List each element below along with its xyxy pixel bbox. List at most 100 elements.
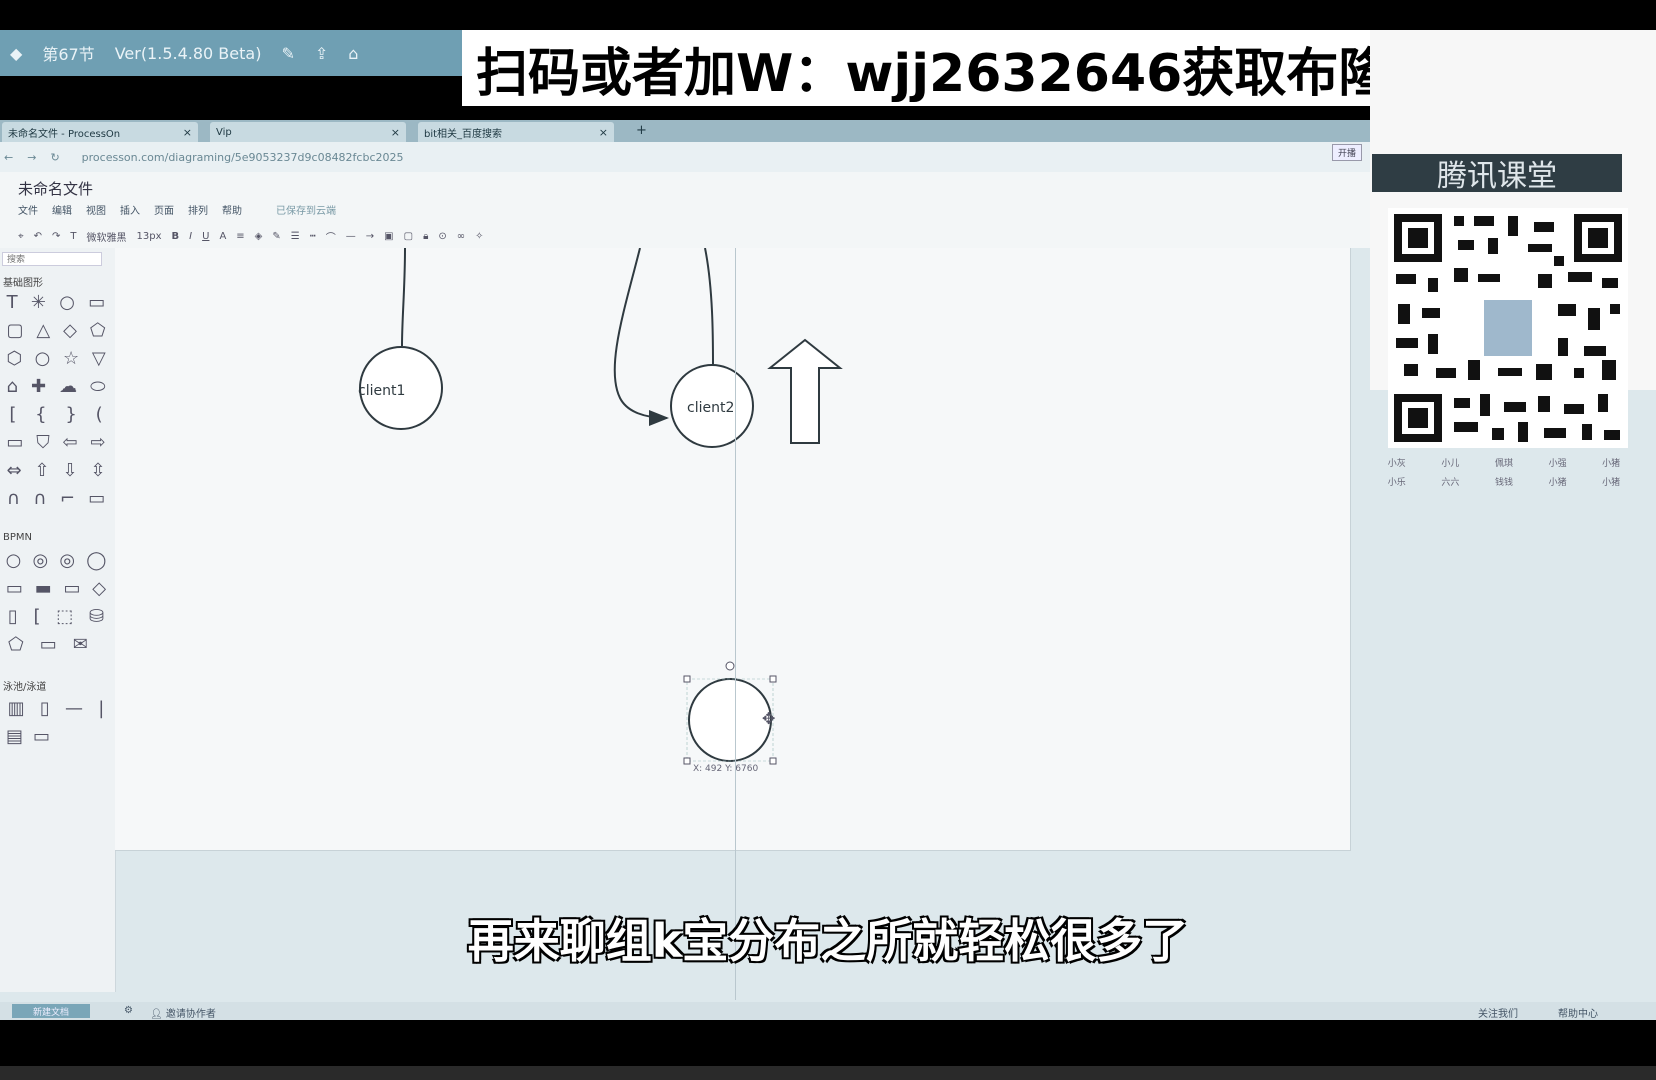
pentagon-shape[interactable]: ⬠ [90, 320, 106, 341]
bpmn-task-shape[interactable]: ▭ [6, 578, 23, 599]
back-order-icon[interactable]: ▢ [404, 231, 413, 242]
connector-client1[interactable] [401, 248, 406, 347]
fill-icon[interactable]: ◈ [255, 231, 263, 242]
inv-triangle-shape[interactable]: ▽ [92, 348, 106, 369]
font-size-select[interactable]: 13px [137, 231, 162, 242]
bpmn-sub-shape[interactable]: ▬ [35, 578, 52, 599]
separator-v-shape[interactable]: | [98, 698, 104, 719]
magic-icon[interactable]: ✧ [475, 231, 483, 242]
url-text[interactable]: processon.com/diagraming/5e9053237d9c084… [82, 151, 404, 164]
octagon-shape[interactable]: ○ [35, 348, 51, 369]
font-color-icon[interactable]: A [219, 231, 226, 242]
tab-processon[interactable]: 未命名文件 - ProcessOn × [2, 122, 198, 142]
right-arrow-shape[interactable]: ⇨ [90, 432, 105, 453]
bracket-shape[interactable]: [ [9, 404, 16, 425]
shield-shape[interactable]: ⛉ [36, 432, 50, 453]
star-shape[interactable]: ☆ [63, 348, 79, 369]
resize-handle[interactable] [769, 675, 777, 683]
resize-handle[interactable] [683, 675, 691, 683]
u-arrow-shape[interactable]: ∩ [7, 488, 20, 509]
menu-file[interactable]: 文件 [18, 202, 38, 217]
bpmn-data-shape[interactable]: ▯ [8, 606, 18, 627]
tab-vip[interactable]: Vip × [210, 122, 406, 142]
follow-link[interactable]: 关注我们 [1478, 1005, 1518, 1020]
dbl-arrow-shape[interactable]: ⇔ [6, 460, 21, 481]
menu-page[interactable]: 页面 [154, 202, 174, 217]
edit-icon[interactable]: ✎ [281, 44, 294, 63]
diagram-canvas[interactable]: ✥ client1 client2 X: 492 Y: 6760 [115, 248, 1351, 851]
corner-shape[interactable]: ⌐ [60, 488, 75, 509]
undo-icon[interactable]: ↶ [34, 231, 42, 242]
invite-button[interactable]: 👤︎ 邀请协作者 [150, 1005, 216, 1020]
round-rect-shape[interactable]: ▢ [6, 320, 23, 341]
redo-icon[interactable]: ↷ [52, 231, 60, 242]
unlock-icon[interactable]: ⊙ [438, 231, 446, 242]
bpmn-screen-shape[interactable]: ▭ [40, 634, 57, 655]
bpmn-mid-shape[interactable]: ◎ [32, 550, 48, 571]
bpmn-store-shape[interactable]: ⛁ [89, 606, 104, 627]
connector-client2-b[interactable] [704, 248, 714, 367]
link-icon[interactable]: ∞ [457, 231, 465, 242]
brace-shape[interactable]: { [35, 404, 46, 425]
line-color-icon[interactable]: ✎ [272, 231, 280, 242]
shape-search-input[interactable] [2, 252, 102, 266]
triangle-shape[interactable]: △ [36, 320, 50, 341]
bpmn-gateway-shape[interactable]: ◇ [92, 578, 106, 599]
ellipse-shape[interactable]: ⬭ [90, 376, 105, 397]
italic-icon[interactable]: I [189, 231, 192, 242]
hexagon-shape[interactable]: ⬡ [6, 348, 22, 369]
new-doc-button[interactable]: 新建文档 [12, 1004, 90, 1018]
tag-shape[interactable]: ⌂ [7, 376, 18, 397]
home-icon[interactable]: ⌂ [348, 44, 358, 63]
cloud-shape[interactable]: ☁ [59, 376, 77, 397]
bpmn-event-shape[interactable]: ⬠ [8, 634, 24, 655]
menu-view[interactable]: 视图 [86, 202, 106, 217]
line-style-icon[interactable]: ┅ [310, 231, 316, 242]
cross-shape[interactable]: ✚ [31, 376, 46, 397]
rotate-handle[interactable] [725, 661, 735, 671]
arrow-icon[interactable]: → [366, 231, 374, 242]
up-down-arrow-shape[interactable]: ⇳ [90, 460, 105, 481]
line-icon[interactable]: — [346, 231, 356, 242]
pool-h-shape[interactable]: ▤ [6, 726, 23, 747]
connector-icon[interactable]: ⌒ [326, 229, 336, 244]
diamond-shape[interactable]: ◇ [63, 320, 77, 341]
new-tab-icon[interactable]: + [636, 123, 647, 138]
pool-v-shape[interactable]: ▥ [8, 698, 25, 719]
underline-icon[interactable]: U [202, 231, 209, 242]
format-painter-icon[interactable]: ⌖ [18, 231, 24, 242]
bpmn-annot-shape[interactable]: [ [34, 606, 41, 627]
n-arrow-shape[interactable]: ∩ [33, 488, 46, 509]
up-arrow-shape[interactable]: ⇧ [34, 460, 49, 481]
forward-icon[interactable]: → [27, 151, 36, 164]
settings-icon[interactable]: ⚙ [124, 1005, 133, 1016]
down-arrow-shape[interactable]: ⇩ [62, 460, 77, 481]
share-icon[interactable]: ⇪ [315, 44, 328, 63]
clear-format-icon[interactable]: T [70, 231, 76, 242]
reload-icon[interactable]: ↻ [50, 151, 59, 164]
menu-edit[interactable]: 编辑 [52, 202, 72, 217]
doc-title[interactable]: 未命名文件 [18, 178, 93, 199]
bold-icon[interactable]: B [172, 231, 180, 242]
connector-client2-a[interactable] [613, 248, 669, 426]
bpmn-call-shape[interactable]: ▭ [63, 578, 80, 599]
front-icon[interactable]: ▣ [384, 231, 393, 242]
selected-circle[interactable] [688, 678, 772, 762]
lane-v-shape[interactable]: ▯ [40, 698, 50, 719]
star-burst-shape[interactable]: ✳ [31, 292, 46, 313]
lane-h-shape[interactable]: ▭ [33, 726, 50, 747]
menu-help[interactable]: 帮助 [222, 202, 242, 217]
menu-arrange[interactable]: 排列 [188, 202, 208, 217]
circle-shape[interactable]: ○ [59, 292, 75, 313]
back-icon[interactable]: ← [4, 151, 13, 164]
resize-handle[interactable] [683, 757, 691, 765]
bpmn-group-shape[interactable]: ⬚ [56, 606, 73, 627]
brace-close-shape[interactable]: } [65, 404, 76, 425]
menu-insert[interactable]: 插入 [120, 202, 140, 217]
bpmn-end2-shape[interactable]: ◎ [59, 550, 75, 571]
resize-handle[interactable] [769, 757, 777, 765]
paren-shape[interactable]: ( [96, 404, 103, 425]
tab-baidu[interactable]: bit相关_百度搜索 × [418, 122, 614, 142]
rect2-shape[interactable]: ▭ [88, 488, 105, 509]
up-arrow-shape[interactable] [767, 338, 843, 444]
